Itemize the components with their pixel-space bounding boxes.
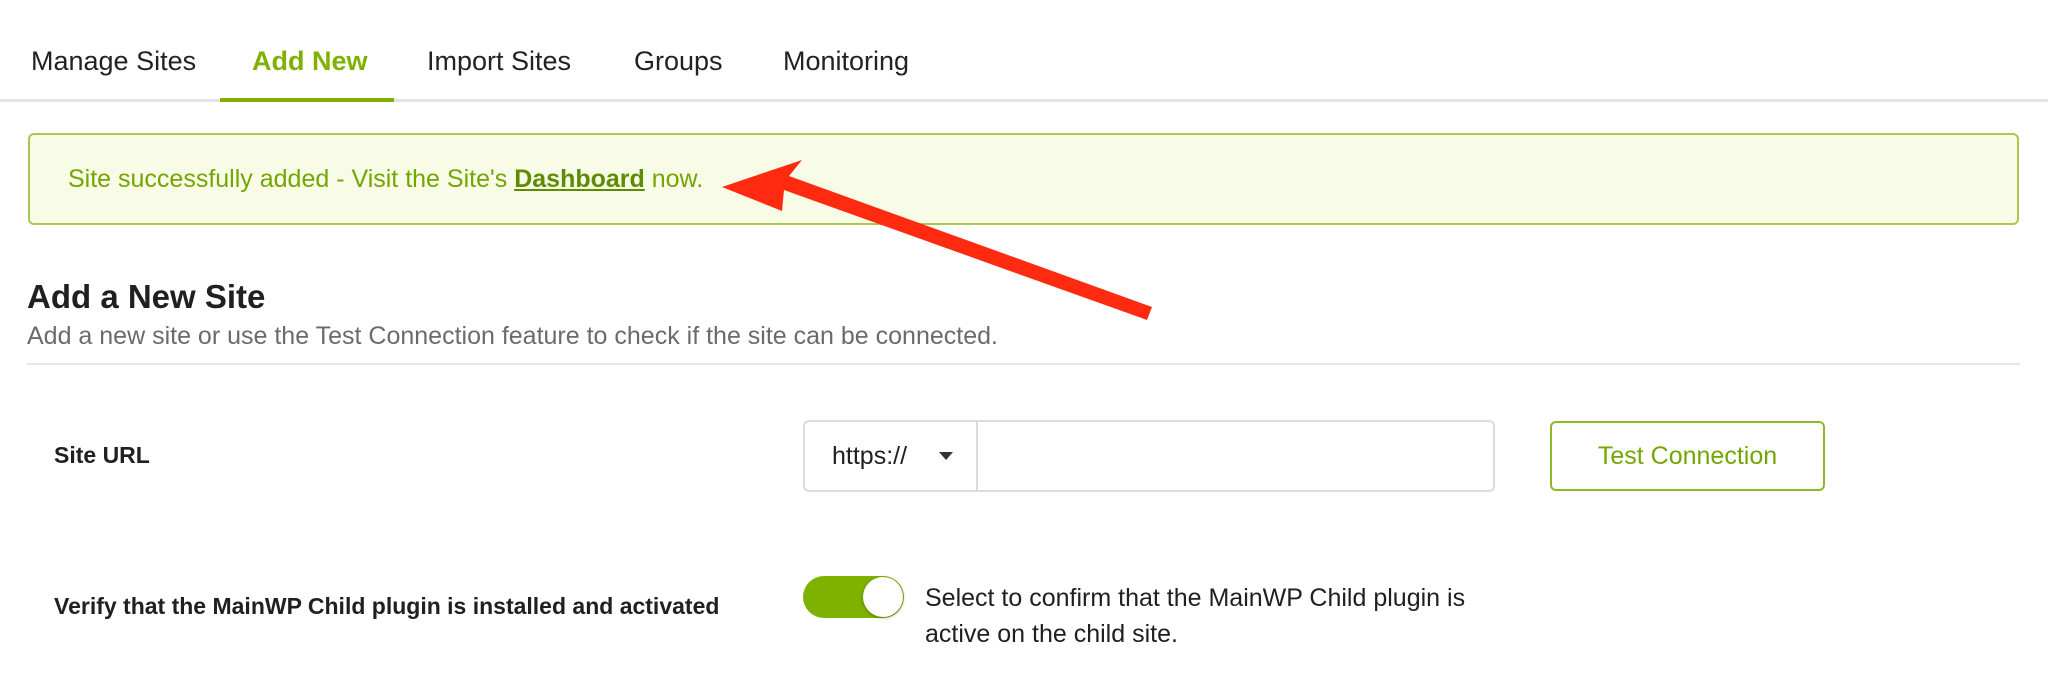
tab-import-sites[interactable]: Import Sites <box>427 46 571 77</box>
verify-plugin-description: Select to confirm that the MainWP Child … <box>925 584 1466 648</box>
caret-down-icon <box>939 452 953 460</box>
tab-add-new[interactable]: Add New <box>252 46 368 77</box>
section-divider <box>27 363 2020 365</box>
protocol-dropdown[interactable]: https:// <box>805 422 978 490</box>
tab-groups[interactable]: Groups <box>634 46 723 77</box>
verify-plugin-label: Verify that the MainWP Child plugin is i… <box>54 593 720 619</box>
notice-prefix: Site successfully added - Visit the Site… <box>68 165 515 193</box>
tab-monitoring[interactable]: Monitoring <box>783 46 909 77</box>
tab-manage-sites[interactable]: Manage Sites <box>31 46 196 77</box>
sites-tab-bar: Manage Sites Add New Import Sites Groups… <box>0 0 2048 102</box>
add-new-site-page: Manage Sites Add New Import Sites Groups… <box>0 0 2048 694</box>
success-notice-text: Site successfully added - Visit the Site… <box>68 165 703 194</box>
active-tab-indicator <box>220 98 394 102</box>
protocol-value: https:// <box>832 442 908 470</box>
test-connection-button[interactable]: Test Connection <box>1550 421 1825 491</box>
site-url-input[interactable] <box>980 424 1490 488</box>
page-subtitle: Add a new site or use the Test Connectio… <box>27 322 998 350</box>
page-title: Add a New Site <box>27 278 266 315</box>
toggle-knob <box>863 577 903 617</box>
site-url-label: Site URL <box>54 442 150 468</box>
verify-plugin-toggle[interactable] <box>803 576 904 618</box>
success-notice: Site successfully added - Visit the Site… <box>28 133 2019 225</box>
site-url-input-group: https:// <box>803 420 1495 492</box>
notice-suffix: now. <box>644 165 704 193</box>
dashboard-link[interactable]: Dashboard <box>514 165 645 193</box>
